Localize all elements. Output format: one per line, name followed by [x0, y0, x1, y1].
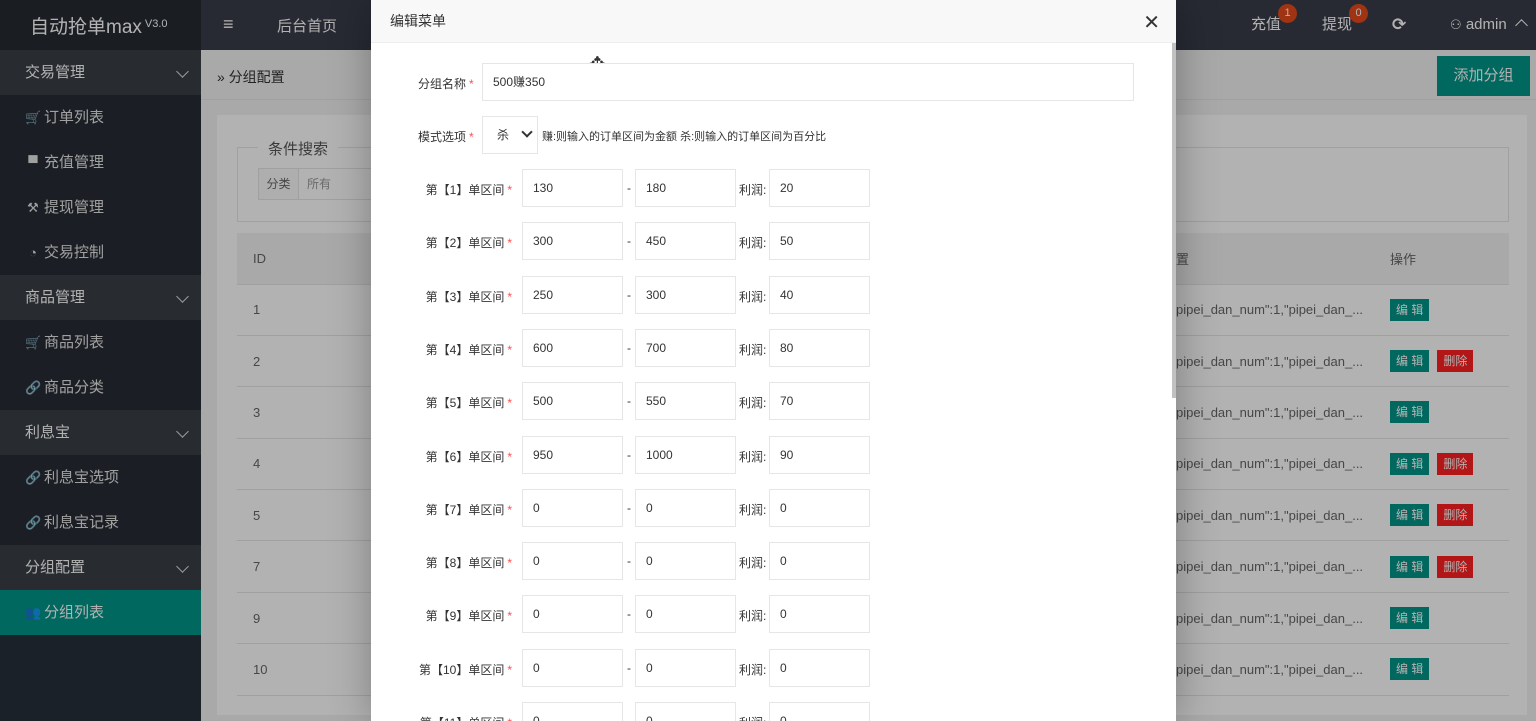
- range-max-input[interactable]: 550: [635, 382, 736, 421]
- range-dash: -: [627, 500, 631, 515]
- range-min-input[interactable]: 300: [522, 222, 623, 261]
- range-min-input[interactable]: 250: [522, 275, 623, 314]
- range-max-input[interactable]: 450: [635, 222, 736, 261]
- range-label: 第【9】单区间 *: [425, 609, 512, 624]
- range-max-input[interactable]: 700: [635, 328, 736, 367]
- range-min-input[interactable]: 950: [522, 435, 623, 474]
- profit-label: 利润:: [739, 502, 767, 517]
- range-row: 第【11】单区间*0-0利润:0: [371, 702, 1151, 721]
- profit-input[interactable]: 0: [769, 542, 870, 581]
- range-min-input[interactable]: 0: [522, 542, 623, 581]
- profit-label: 利润:: [739, 342, 767, 357]
- range-label: 第【3】单区间 *: [425, 289, 512, 304]
- profit-label: 利润:: [739, 236, 767, 251]
- range-min-input[interactable]: 0: [522, 595, 623, 634]
- range-row: 第【6】单区间 * 950-1000 利润: 90: [371, 435, 1151, 476]
- group-name-label: 分组名称 *: [418, 77, 474, 91]
- range-row: 第【3】单区间 * 250-300 利润: 40: [371, 275, 1151, 316]
- range-dash: -: [627, 287, 631, 302]
- chevron-down-icon: [521, 126, 533, 138]
- range-max-input[interactable]: 1000: [635, 435, 736, 474]
- range-label: 第【11】单区间*: [420, 714, 512, 721]
- profit-label: 利润:: [739, 609, 767, 624]
- profit-input[interactable]: 90: [769, 435, 870, 474]
- range-row: 第【5】单区间 * 500-550 利润: 70: [371, 382, 1151, 422]
- range-dash: -: [627, 447, 631, 462]
- range-max-input[interactable]: 0: [635, 595, 736, 634]
- profit-input[interactable]: 0: [769, 595, 870, 634]
- range-min-input[interactable]: 130: [522, 169, 623, 207]
- profit-label: 利润:: [739, 449, 767, 464]
- profit-input[interactable]: 70: [769, 382, 870, 421]
- profit-input[interactable]: 80: [769, 328, 870, 367]
- range-max-input[interactable]: 0: [635, 542, 736, 581]
- range-min-input[interactable]: 500: [522, 382, 623, 421]
- range-row: 第【7】单区间 * 0-0 利润: 0: [371, 488, 1151, 529]
- range-dash: -: [627, 340, 631, 355]
- range-min-input[interactable]: 600: [522, 328, 623, 367]
- close-icon[interactable]: ✕: [1143, 10, 1160, 35]
- range-label: 第【4】单区间 *: [425, 342, 512, 357]
- profit-input[interactable]: 50: [769, 222, 870, 261]
- range-max-input[interactable]: 0: [635, 648, 736, 687]
- mode-label: 模式选项 *: [418, 130, 474, 144]
- range-max-input[interactable]: 180: [635, 169, 736, 207]
- profit-label: 利润:: [739, 183, 767, 197]
- profit-input[interactable]: 0: [769, 702, 870, 721]
- range-label: 第【7】单区间 *: [425, 502, 512, 517]
- range-label: 第【1】单区间 *: [425, 183, 512, 197]
- range-label: 第【2】单区间 *: [425, 236, 512, 251]
- range-label: 第【5】单区间 *: [425, 396, 512, 411]
- modal-scrollbar[interactable]: [1172, 43, 1176, 398]
- range-row: 第【2】单区间 * 300-450 利润: 50: [371, 222, 1151, 262]
- range-dash: -: [627, 394, 631, 409]
- range-min-input[interactable]: 0: [522, 648, 623, 687]
- profit-label: 利润:: [739, 396, 767, 411]
- range-dash: -: [627, 660, 631, 675]
- range-label: 第【10】单区间 *: [418, 662, 512, 677]
- mode-row: 模式选项 * 杀 赚:则输入的订单区间为金额 杀:则输入的订单区间为百分比: [371, 116, 1151, 156]
- range-dash: -: [627, 607, 631, 622]
- range-label: 第【6】单区间 *: [425, 449, 512, 464]
- range-max-input[interactable]: 0: [635, 702, 736, 721]
- range-row: 第【4】单区间 * 600-700 利润: 80: [371, 328, 1151, 369]
- edit-modal: 编辑菜单 ✕ ✥ 分组名称* 500赚350 模式选项* 杀 赚:则输入的订单区…: [371, 0, 1176, 721]
- modal-title: 编辑菜单: [390, 13, 446, 29]
- profit-input[interactable]: 0: [769, 648, 870, 687]
- mode-select-value: 杀: [497, 128, 510, 142]
- group-name-input[interactable]: 500赚350: [482, 63, 1134, 101]
- range-dash: -: [627, 554, 631, 569]
- range-row: 第【9】单区间 * 0-0 利润: 0: [371, 595, 1151, 635]
- range-dash: -: [627, 181, 631, 195]
- modal-header[interactable]: 编辑菜单: [371, 0, 1176, 43]
- profit-label: 利润:: [739, 714, 766, 721]
- range-dash: -: [627, 714, 631, 721]
- profit-label: 利润:: [739, 556, 767, 571]
- range-max-input[interactable]: 0: [635, 488, 736, 527]
- range-max-input[interactable]: 300: [635, 275, 736, 314]
- range-label: 第【8】单区间 *: [425, 556, 512, 571]
- mode-select[interactable]: 杀: [482, 116, 538, 154]
- profit-input[interactable]: 40: [769, 275, 870, 314]
- range-row: 第【8】单区间 * 0-0 利润: 0: [371, 542, 1151, 582]
- group-name-row: 分组名称 * 500赚350: [371, 63, 1151, 103]
- mode-hint: 赚:则输入的订单区间为金额 杀:则输入的订单区间为百分比: [542, 131, 827, 143]
- range-row: 第【10】单区间 * 0-0 利润: 0: [371, 648, 1151, 689]
- profit-label: 利润:: [739, 289, 767, 304]
- range-min-input[interactable]: 0: [522, 702, 623, 721]
- profit-input[interactable]: 20: [769, 169, 870, 207]
- range-min-input[interactable]: 0: [522, 488, 623, 527]
- range-row: 第【1】单区间 * 130-180 利润: 20: [371, 169, 1151, 209]
- profit-label: 利润:: [739, 662, 767, 677]
- profit-input[interactable]: 0: [769, 488, 870, 527]
- range-dash: -: [627, 234, 631, 249]
